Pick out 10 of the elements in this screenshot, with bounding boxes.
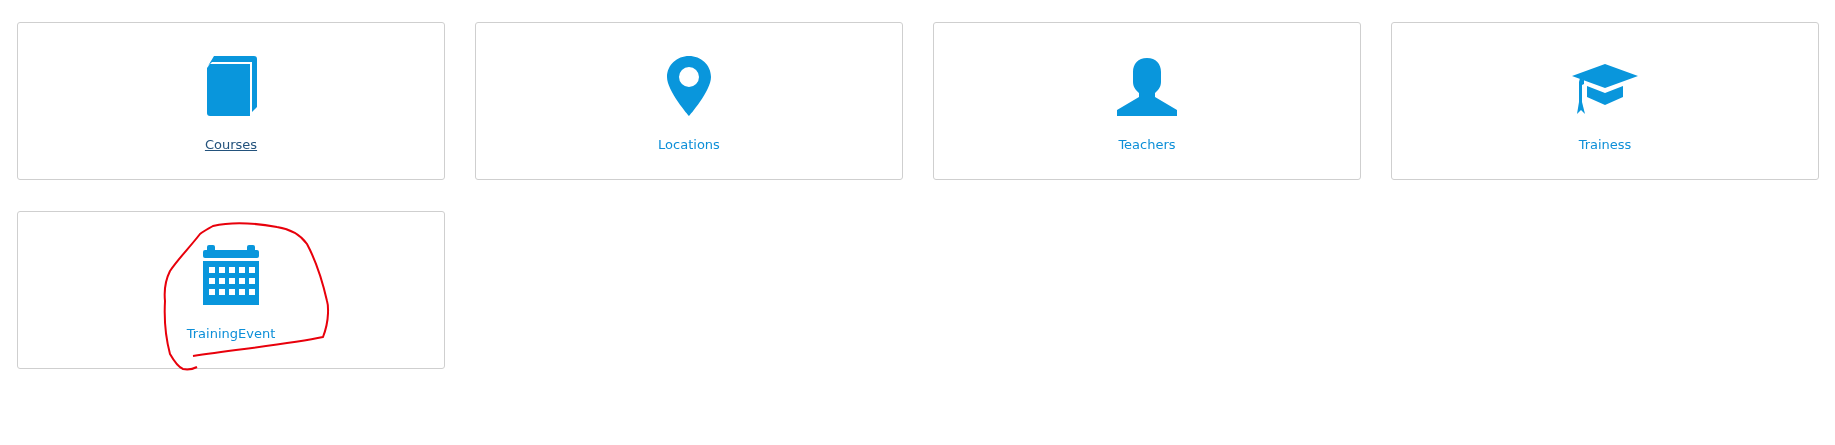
tile-link[interactable]: Teachers [1118,137,1176,152]
graduation-cap-icon [1572,64,1638,116]
tile-link[interactable]: TrainingEvent [186,326,276,341]
tile-link[interactable]: Trainess [1578,137,1632,152]
book-icon [204,56,258,116]
calendar-icon [203,245,259,305]
tile-link[interactable]: Locations [658,137,720,152]
person-icon [1117,58,1177,116]
location-pin-icon [667,56,711,116]
tile-link[interactable]: Courses [204,137,258,152]
